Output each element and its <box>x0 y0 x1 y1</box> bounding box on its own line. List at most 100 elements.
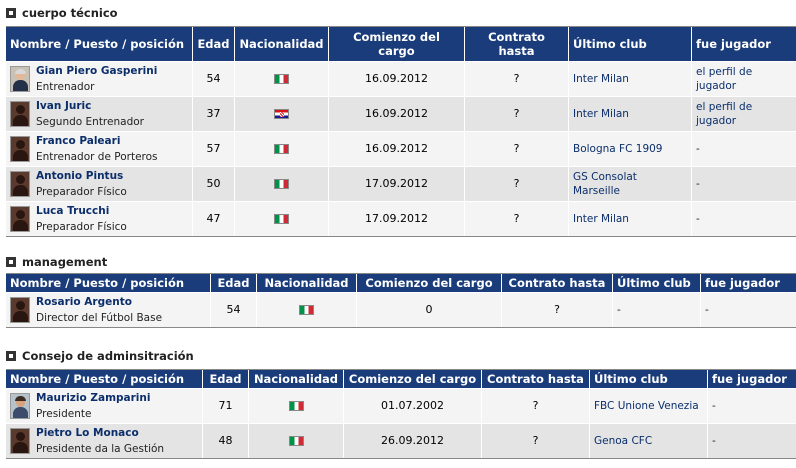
age-cell: 37 <box>192 96 234 131</box>
section-cuerpo-tecnico: cuerpo técnico Nombre / Puesto / posició… <box>6 4 796 237</box>
table-row: Gian Piero Gasperini Entrenador 54 16.09.20… <box>6 61 796 96</box>
person-cell: Franco Paleari Entrenador de Porteros <box>6 131 192 166</box>
col-header-contract: Contrato hasta <box>464 27 568 61</box>
last-club-link[interactable]: Inter Milan <box>573 73 629 85</box>
was-player-cell: - <box>707 388 796 423</box>
person-name-link[interactable]: Maurizio Zamparini <box>36 391 150 405</box>
avatar[interactable] <box>10 297 30 323</box>
avatar[interactable] <box>10 206 30 232</box>
last-club-link[interactable]: GS Consolat Marseille <box>573 171 637 197</box>
square-bullet-icon <box>6 8 16 18</box>
contract-until-cell: ? <box>464 131 568 166</box>
avatar[interactable] <box>10 101 30 127</box>
age-cell: 71 <box>202 388 248 423</box>
person-name-link[interactable]: Pietro Lo Monaco <box>36 426 164 440</box>
person-role: Preparador Físico <box>36 221 127 233</box>
contract-until-cell: ? <box>481 388 589 423</box>
player-profile-link: - <box>696 143 700 155</box>
avatar[interactable] <box>10 393 30 419</box>
person-cell: Pietro Lo Monaco Presidente da la Gestión <box>6 423 202 458</box>
col-header-start: Comienzo del cargo <box>356 274 501 292</box>
table-row: Luca Trucchi Preparador Físico 47 17.09.201… <box>6 201 796 236</box>
nationality-cell <box>248 423 343 458</box>
nationality-cell <box>234 61 328 96</box>
col-header-nationality: Nacionalidad <box>256 274 356 292</box>
person-role: Entrenador de Porteros <box>36 151 158 163</box>
avatar[interactable] <box>10 66 30 92</box>
flag-italy-icon <box>299 305 314 315</box>
nationality-cell <box>234 96 328 131</box>
person-name-link[interactable]: Luca Trucchi <box>36 204 127 218</box>
player-profile-link: - <box>696 213 700 225</box>
last-club-cell: GS Consolat Marseille <box>568 166 691 201</box>
contract-until-cell: ? <box>464 166 568 201</box>
person-name-link[interactable]: Antonio Pintus <box>36 169 127 183</box>
flag-croatia-icon <box>274 109 289 119</box>
col-header-last-club: Último club <box>589 370 707 388</box>
flag-italy-icon <box>274 179 289 189</box>
col-header-name: Nombre / Puesto / posición <box>6 274 210 292</box>
flag-italy-icon <box>288 436 304 446</box>
nationality-cell <box>234 166 328 201</box>
start-date-cell: 16.09.2012 <box>328 131 464 166</box>
nationality-cell <box>234 131 328 166</box>
age-cell: 48 <box>202 423 248 458</box>
last-club-cell: Bologna FC 1909 <box>568 131 691 166</box>
start-date-cell: 16.09.2012 <box>328 61 464 96</box>
was-player-cell: - <box>691 166 796 201</box>
person-name-link[interactable]: Rosario Argento <box>36 295 162 309</box>
player-profile-link[interactable]: el perfil de jugador <box>696 66 752 92</box>
person-role: Preparador Físico <box>36 186 127 198</box>
contract-until-cell: ? <box>501 292 612 327</box>
last-club-link[interactable]: FBC Unione Venezia <box>594 400 699 412</box>
was-player-cell: - <box>707 423 796 458</box>
col-header-age: Edad <box>210 274 256 292</box>
person-cell: Luca Trucchi Preparador Físico <box>6 201 192 236</box>
was-player-cell: el perfil de jugador <box>691 61 796 96</box>
col-header-was-player: fue jugador <box>700 274 796 292</box>
person-role: Entrenador <box>36 81 95 93</box>
last-club-cell: Inter Milan <box>568 96 691 131</box>
last-club-link[interactable]: Bologna FC 1909 <box>573 143 663 155</box>
flag-italy-icon <box>274 144 289 154</box>
player-profile-link[interactable]: el perfil de jugador <box>696 101 752 127</box>
col-header-name: Nombre / Puesto / posición <box>6 370 202 388</box>
person-role: Presidente <box>36 408 92 420</box>
person-name-link[interactable]: Ivan Juric <box>36 99 144 113</box>
col-header-contract: Contrato hasta <box>481 370 589 388</box>
avatar[interactable] <box>10 136 30 162</box>
table-row: Maurizio Zamparini Presidente 71 01.07.2002… <box>6 388 796 423</box>
section-title: cuerpo técnico <box>22 6 118 20</box>
person-name-link[interactable]: Franco Paleari <box>36 134 158 148</box>
col-header-was-player: fue jugador <box>707 370 796 388</box>
was-player-cell: el perfil de jugador <box>691 96 796 131</box>
start-date-cell: 0 <box>356 292 501 327</box>
contract-until-cell: ? <box>464 96 568 131</box>
flag-italy-icon <box>288 401 304 411</box>
section-header: Consejo de adminsitración <box>6 347 796 365</box>
table-row: Rosario Argento Director del Fútbol Base 5… <box>6 292 796 327</box>
person-name-link[interactable]: Gian Piero Gasperini <box>36 64 157 78</box>
person-role: Segundo Entrenador <box>36 116 144 128</box>
square-bullet-icon <box>6 257 16 267</box>
player-profile-link: - <box>712 435 716 447</box>
last-club-link[interactable]: Genoa CFC <box>594 435 652 447</box>
age-cell: 54 <box>210 292 256 327</box>
staff-table: Nombre / Puesto / posición Edad Nacional… <box>6 26 796 237</box>
player-profile-link: - <box>696 178 700 190</box>
last-club-cell: Inter Milan <box>568 201 691 236</box>
last-club-link[interactable]: Inter Milan <box>573 213 629 225</box>
avatar[interactable] <box>10 171 30 197</box>
section-management: management Nombre / Puesto / posición Ed… <box>6 253 796 328</box>
start-date-cell: 26.09.2012 <box>343 423 481 458</box>
col-header-last-club: Último club <box>568 27 691 61</box>
avatar[interactable] <box>10 428 30 454</box>
last-club-link[interactable]: Inter Milan <box>573 108 629 120</box>
last-club-link: - <box>617 304 621 316</box>
section-board: Consejo de adminsitración Nombre / Puest… <box>6 347 796 459</box>
was-player-cell: - <box>691 131 796 166</box>
nationality-cell <box>256 292 356 327</box>
last-club-cell: - <box>612 292 700 327</box>
player-profile-link: - <box>705 304 709 316</box>
person-cell: Maurizio Zamparini Presidente <box>6 388 202 423</box>
